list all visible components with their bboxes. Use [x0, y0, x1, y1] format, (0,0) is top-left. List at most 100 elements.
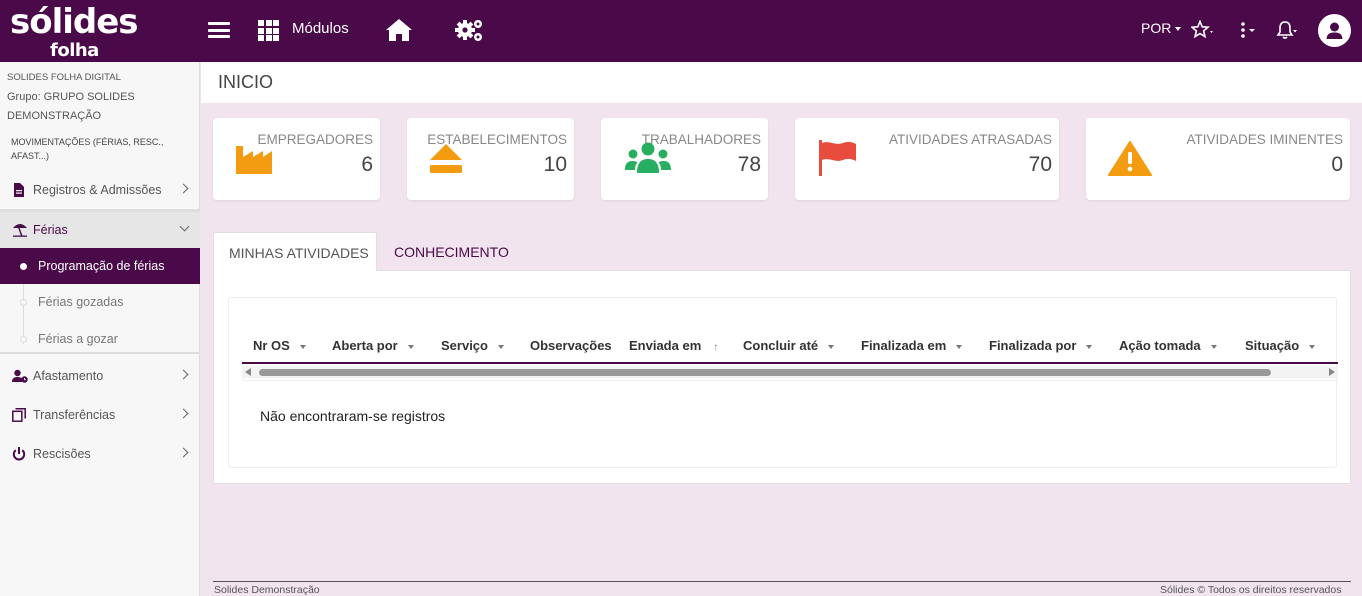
bullet-icon	[20, 263, 27, 270]
logo[interactable]: sólides folha digital	[10, 2, 165, 82]
card-atividades-iminentes[interactable]: ATIVIDADES IMINENTES 0	[1086, 118, 1350, 200]
sidebar-subitem-ferias-gozadas[interactable]: Férias gozadas	[0, 284, 200, 320]
power-icon	[12, 447, 26, 461]
column-header-finalizada-por[interactable]: Finalizada por	[989, 338, 1093, 353]
bullet-icon	[20, 299, 27, 306]
tab-label: MINHAS ATIVIDADES	[229, 245, 369, 261]
sort-asc-icon: ↑	[713, 342, 719, 353]
column-label: Finalizada por	[989, 338, 1077, 353]
column-label: Serviço	[441, 338, 488, 353]
scroll-left-arrow-icon[interactable]	[245, 368, 251, 376]
sort-caret-icon	[1210, 344, 1217, 349]
beach-umbrella-icon	[12, 223, 27, 237]
card-empregadores[interactable]: EMPREGADORES 6	[213, 118, 380, 200]
sidebar: SOLIDES FOLHA DIGITAL Grupo: GRUPO SOLID…	[0, 62, 200, 596]
language-selector[interactable]: POR	[1141, 20, 1182, 36]
copy-icon	[12, 408, 26, 422]
sort-caret-icon	[956, 344, 963, 349]
column-label: Aberta por	[332, 338, 398, 353]
column-header-servico[interactable]: Serviço	[441, 338, 504, 353]
flag-icon	[819, 140, 857, 181]
notifications-bell-icon[interactable]	[1276, 19, 1298, 41]
subitem-label: Férias gozadas	[38, 295, 124, 309]
sort-caret-icon	[1086, 344, 1093, 349]
logo-line1: sólides	[10, 2, 139, 42]
sidebar-item-label: Férias	[33, 223, 68, 237]
home-icon[interactable]	[385, 17, 413, 43]
sort-caret-icon	[828, 344, 835, 349]
chevron-right-icon	[178, 183, 189, 194]
card-title: ATIVIDADES ATRASADAS	[888, 132, 1052, 147]
modules-link[interactable]: Módulos	[292, 20, 349, 37]
column-header-nr-os[interactable]: Nr OS	[253, 338, 306, 353]
card-title: EMPREGADORES	[257, 132, 373, 147]
column-label: Nr OS	[253, 338, 290, 353]
subitem-label: Férias a gozar	[38, 332, 118, 346]
modules-grid-icon[interactable]	[258, 20, 279, 41]
column-label: Ação tomada	[1119, 338, 1201, 353]
sidebar-item-rescisoes[interactable]: Rescisões	[0, 436, 200, 472]
chevron-right-icon	[178, 447, 189, 458]
sort-caret-icon	[497, 344, 504, 349]
chevron-down-icon	[1175, 27, 1182, 32]
card-trabalhadores[interactable]: TRABALHADORES 78	[601, 118, 768, 200]
card-estabelecimentos[interactable]: ESTABELECIMENTOS 10	[407, 118, 574, 200]
chevron-right-icon	[178, 369, 189, 380]
user-avatar[interactable]	[1318, 14, 1351, 47]
column-header-situacao[interactable]: Situação	[1245, 338, 1316, 353]
card-value: 0	[1331, 153, 1343, 176]
horizontal-scrollbar[interactable]	[242, 366, 1338, 378]
page-header: INICIO	[201, 62, 1362, 103]
sidebar-item-afastamento[interactable]: Afastamento	[0, 358, 200, 394]
card-value: 78	[737, 153, 761, 176]
sort-caret-icon	[1309, 344, 1316, 349]
favorites-star-icon[interactable]	[1190, 19, 1215, 40]
footer-left: Solides Demonstração	[214, 584, 320, 596]
card-value: 70	[1028, 153, 1052, 176]
tab-minhas-atividades[interactable]: MINHAS ATIVIDADES	[213, 232, 377, 271]
sidebar-item-label: Rescisões	[33, 447, 91, 461]
warning-icon	[1108, 140, 1152, 181]
card-title: TRABALHADORES	[641, 132, 761, 147]
empty-message: Não encontraram-se registros	[260, 408, 446, 424]
subitem-label: Programação de férias	[38, 259, 165, 273]
sort-caret-icon	[299, 344, 306, 349]
column-header-finalizada-em[interactable]: Finalizada em	[861, 338, 963, 353]
column-header-aberta-por[interactable]: Aberta por	[332, 338, 414, 353]
sidebar-item-ferias[interactable]: Férias	[0, 209, 200, 248]
divider	[0, 352, 200, 354]
settings-gears-icon[interactable]	[454, 17, 484, 43]
sidebar-item-label: Transferências	[33, 408, 116, 422]
divider	[242, 380, 1338, 381]
more-options-icon[interactable]	[1237, 19, 1257, 41]
sidebar-item-label: Registros & Admissões	[33, 183, 162, 197]
sidebar-subitem-programacao-ferias[interactable]: Programação de férias	[0, 248, 200, 284]
column-header-observacoes[interactable]: Observações	[530, 338, 612, 353]
factory-icon	[235, 142, 273, 179]
sidebar-item-label: Afastamento	[33, 369, 104, 383]
column-label: Observações	[530, 338, 612, 353]
users-icon	[625, 142, 671, 179]
bullet-icon	[20, 336, 27, 343]
sidebar-item-registros[interactable]: Registros & Admissões	[0, 172, 200, 208]
card-atividades-atrasadas[interactable]: ATIVIDADES ATRASADAS 70	[795, 118, 1059, 200]
column-header-acao-tomada[interactable]: Ação tomada	[1119, 338, 1217, 353]
scroll-right-arrow-icon[interactable]	[1329, 368, 1335, 376]
column-header-enviada-em[interactable]: Enviada em ↑	[629, 338, 718, 353]
sidebar-item-transferencias[interactable]: Transferências	[0, 397, 200, 433]
column-label: Finalizada em	[861, 338, 947, 353]
top-bar: sólides folha digital Módulos POR	[0, 0, 1362, 82]
chevron-down-icon	[179, 221, 190, 232]
user-clock-icon	[12, 369, 28, 383]
card-value: 6	[361, 153, 373, 176]
footer-right: Sólides © Todos os direitos reservados	[1160, 584, 1342, 596]
hamburger-menu-icon[interactable]	[208, 22, 230, 38]
column-header-concluir-ate[interactable]: Concluir até	[743, 338, 835, 353]
tab-conhecimento[interactable]: CONHECIMENTO	[379, 232, 519, 271]
card-title: ATIVIDADES IMINENTES	[1186, 132, 1343, 147]
language-label: POR	[1141, 20, 1172, 36]
column-label: Enviada em	[629, 338, 702, 353]
eject-icon	[429, 142, 463, 179]
scrollbar-thumb[interactable]	[259, 369, 1271, 376]
footer-divider	[213, 581, 1351, 582]
